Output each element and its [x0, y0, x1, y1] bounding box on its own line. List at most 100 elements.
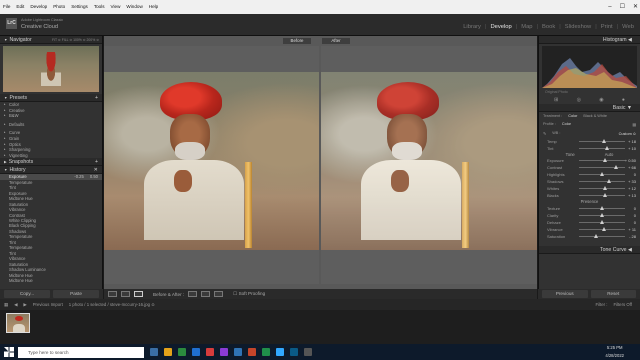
basic-header[interactable]: Basic ▼ [539, 103, 640, 112]
saturation-thumb[interactable] [593, 234, 598, 239]
spot-removal-icon[interactable]: ◎ [577, 97, 581, 103]
module-library[interactable]: Library [463, 24, 481, 30]
add-snapshot-icon[interactable]: + [95, 158, 98, 166]
tint-thumb[interactable] [604, 146, 609, 151]
task-view-icon[interactable] [150, 348, 158, 356]
excel-icon[interactable] [262, 348, 270, 356]
dehaze-thumb[interactable] [600, 220, 604, 225]
filmstrip-back-icon[interactable]: ◀ [14, 302, 17, 308]
profile-browser-icon[interactable]: ▦ [632, 122, 636, 127]
tint-slider[interactable]: Tint + 10 [539, 145, 640, 152]
minimize-button[interactable]: – [608, 0, 611, 14]
word-icon[interactable] [234, 348, 242, 356]
taskbar-clock[interactable]: 5:25 PM 4/28/2022 [605, 344, 624, 359]
app-icon-3[interactable] [304, 348, 312, 356]
menu-settings[interactable]: Settings [71, 0, 88, 14]
nav-zoom-100[interactable]: 100% ≎ [73, 38, 85, 42]
highlights-value[interactable]: 0 [634, 172, 636, 177]
before-after-view-icon[interactable] [134, 291, 143, 297]
menu-develop[interactable]: Develop [30, 0, 47, 14]
menu-photo[interactable]: Photo [53, 0, 65, 14]
whites-slider[interactable]: Whites + 12 [539, 185, 640, 192]
menu-file[interactable]: File [3, 0, 10, 14]
dehaze-value[interactable]: 0 [634, 220, 636, 225]
chrome-icon[interactable] [178, 348, 186, 356]
module-book[interactable]: Book [542, 24, 555, 30]
tint-track[interactable] [579, 148, 625, 150]
navigator-header[interactable]: ▼ Navigator FIT ≎ FILL ≎ 100% ≎ 200% ≎ [0, 36, 102, 44]
tint-value[interactable]: + 10 [628, 146, 636, 151]
texture-slider[interactable]: Texture 0 [539, 205, 640, 212]
contrast-value[interactable]: + 66 [628, 165, 636, 170]
after-photo[interactable] [321, 72, 537, 250]
menu-view[interactable]: View [111, 0, 121, 14]
previous-button[interactable]: Previous [542, 290, 588, 298]
contrast-slider[interactable]: Contrast + 66 [539, 164, 640, 171]
module-slideshow[interactable]: Slideshow [565, 24, 591, 30]
module-develop[interactable]: Develop [490, 24, 511, 30]
texture-value[interactable]: 0 [634, 206, 636, 211]
copy-button[interactable]: Copy... [4, 290, 50, 298]
presets-header[interactable]: ▼ Presets + [0, 94, 102, 102]
vibrance-value[interactable]: + 11 [628, 227, 636, 232]
menu-help[interactable]: Help [149, 0, 158, 14]
app-icon-2[interactable] [220, 348, 228, 356]
filmstrip-forward-icon[interactable]: ▶ [23, 302, 26, 308]
texture-thumb[interactable] [600, 206, 604, 211]
highlights-slider[interactable]: Highlights 0 [539, 171, 640, 178]
loupe-view-icon[interactable] [108, 291, 117, 297]
close-button[interactable]: ✕ [633, 0, 638, 14]
menu-edit[interactable]: Edit [16, 0, 24, 14]
paste-button[interactable]: Paste [53, 290, 99, 298]
whites-value[interactable]: + 12 [628, 186, 636, 191]
treatment-bw[interactable]: Black & White [583, 114, 607, 118]
windows-start-icon[interactable] [4, 347, 14, 357]
crop-tool-icon[interactable]: ⊞ [554, 97, 558, 103]
taskbar-search[interactable]: Type here to search [18, 346, 144, 358]
filter-select[interactable]: Filters Off [613, 302, 632, 307]
masking-icon[interactable]: ● [622, 97, 625, 103]
powerpoint-icon[interactable] [248, 348, 256, 356]
clarity-thumb[interactable] [600, 213, 604, 218]
temp-thumb[interactable] [602, 139, 607, 144]
wb-eyedropper-icon[interactable]: ✎ [543, 131, 546, 136]
clarity-value[interactable]: 0 [634, 213, 636, 218]
navigator-preview[interactable] [3, 46, 99, 92]
contrast-thumb[interactable] [613, 165, 618, 170]
red-eye-icon[interactable]: ◉ [599, 97, 603, 103]
shadows-value[interactable]: + 33 [628, 179, 636, 184]
history-item[interactable]: Midtone Hue [0, 278, 102, 283]
clarity-slider[interactable]: Clarity 0 [539, 212, 640, 219]
soft-proofing-checkbox[interactable]: ☐ Soft Proofing [233, 291, 265, 297]
filmstrip-thumbnail[interactable] [6, 313, 30, 333]
exposure-thumb[interactable] [603, 158, 608, 163]
tone-curve-header[interactable]: Tone Curve ◀ [539, 245, 640, 254]
shadows-track[interactable] [579, 181, 625, 183]
selection-info[interactable]: 1 photo / 1 selected / steve-mccurry-16.… [69, 302, 155, 308]
highlights-thumb[interactable] [600, 172, 604, 177]
module-web[interactable]: Web [622, 24, 634, 30]
vibrance-slider[interactable]: Vibrance + 11 [539, 226, 640, 233]
saturation-slider[interactable]: Saturation - 28 [539, 233, 640, 240]
shadows-thumb[interactable] [607, 179, 612, 184]
app-icon-1[interactable] [206, 348, 214, 356]
saturation-value[interactable]: - 28 [629, 234, 636, 239]
whites-thumb[interactable] [602, 186, 607, 191]
clear-history-icon[interactable]: ✕ [94, 166, 98, 174]
module-map[interactable]: Map [521, 24, 532, 30]
reset-button[interactable]: Reset [590, 290, 636, 298]
blacks-slider[interactable]: Blacks + 13 [539, 192, 640, 199]
exposure-slider[interactable]: Exposure + 0.50 [539, 157, 640, 164]
compare-view-icon[interactable] [121, 291, 130, 297]
menu-window[interactable]: Window [126, 0, 142, 14]
temp-slider[interactable]: Temp + 18 [539, 138, 640, 145]
source-label[interactable]: Previous Import [33, 302, 63, 307]
before-photo[interactable] [104, 72, 319, 250]
history-header[interactable]: ▼ History ✕ [0, 166, 102, 175]
photoshop-icon[interactable] [276, 348, 284, 356]
histogram-header[interactable]: Histogram ◀ [539, 36, 640, 44]
add-preset-icon[interactable]: + [95, 94, 98, 102]
preset-folder[interactable]: Defaults [0, 122, 102, 128]
preset-folder[interactable]: B&W [0, 113, 102, 119]
blacks-value[interactable]: + 13 [628, 193, 636, 198]
